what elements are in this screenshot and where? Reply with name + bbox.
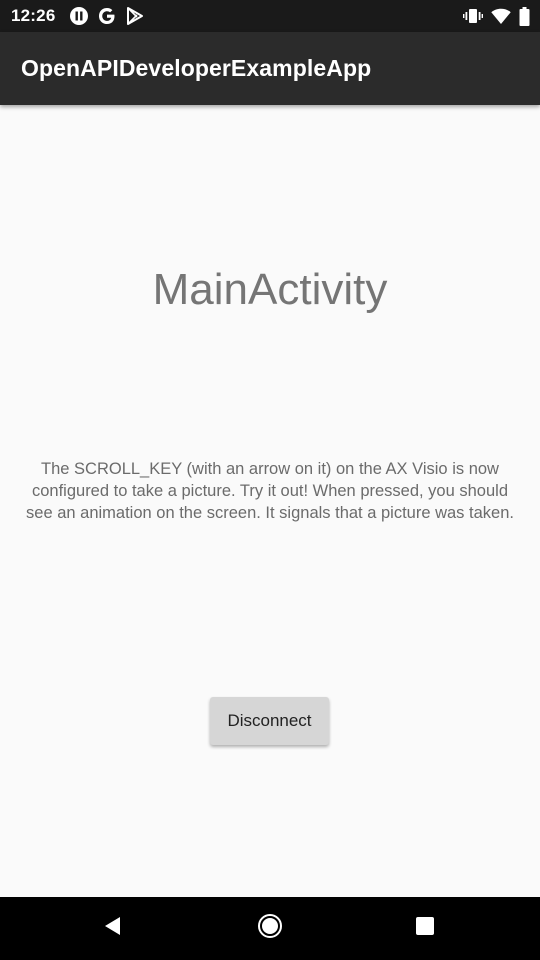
- main-heading: MainActivity: [152, 265, 388, 314]
- navigation-bar: [0, 897, 540, 960]
- disconnect-button[interactable]: Disconnect: [210, 697, 329, 745]
- app-bar: OpenAPIDeveloperExampleApp: [0, 32, 540, 105]
- pause-circle-icon: [69, 6, 89, 26]
- app-title: OpenAPIDeveloperExampleApp: [21, 55, 372, 81]
- google-g-icon: [97, 6, 117, 26]
- vibrate-icon: [463, 7, 483, 25]
- main-content: MainActivity The SCROLL_KEY (with an arr…: [0, 105, 540, 897]
- play-store-icon: [125, 6, 145, 26]
- back-icon: [102, 915, 124, 942]
- status-bar: 12:26: [0, 0, 540, 32]
- wifi-icon: [491, 8, 511, 25]
- status-time: 12:26: [11, 6, 56, 25]
- status-right-group: [463, 6, 530, 26]
- home-icon: [257, 913, 283, 944]
- recents-button[interactable]: [385, 897, 465, 960]
- battery-icon: [519, 6, 530, 26]
- description-text: The SCROLL_KEY (with an arrow on it) on …: [26, 460, 514, 522]
- status-left-group: 12:26: [11, 6, 145, 26]
- home-button[interactable]: [230, 897, 310, 960]
- recents-icon: [415, 916, 435, 941]
- back-button[interactable]: [73, 897, 153, 960]
